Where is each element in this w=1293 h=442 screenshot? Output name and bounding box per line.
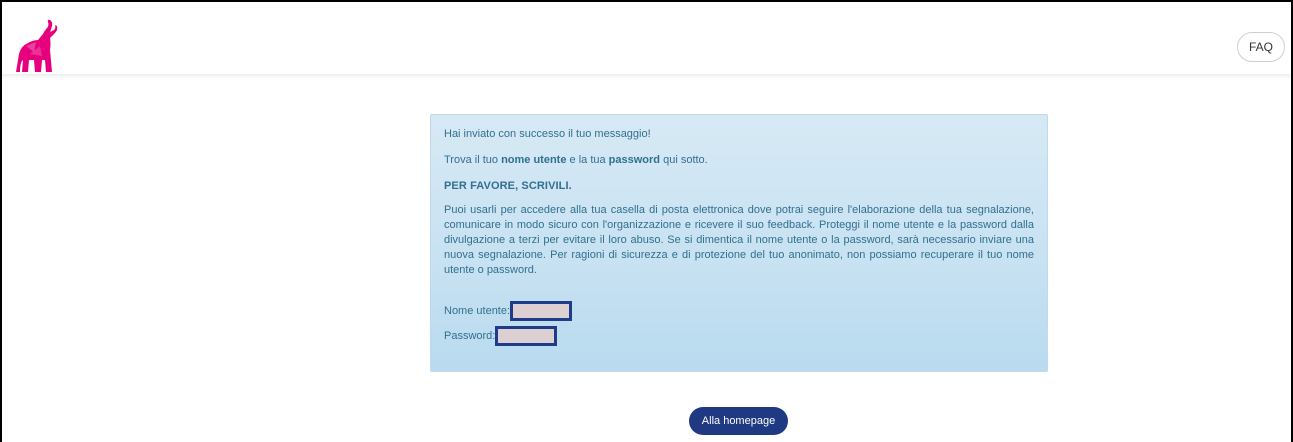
find-text-part3: qui sotto. xyxy=(660,154,708,166)
username-redacted-value xyxy=(510,301,573,321)
username-label: Nome utente: xyxy=(444,304,511,317)
elephant-logo-icon[interactable] xyxy=(12,16,58,74)
credentials-panel: Hai inviato con successo il tuo messaggi… xyxy=(430,114,1048,372)
please-write-heading: PER FAVORE, SCRIVILI. xyxy=(444,180,572,192)
header: FAQ xyxy=(2,2,1291,75)
find-text-part1: Trova il tuo xyxy=(444,154,502,166)
instructions-text: Puoi usarli per accedere alla tua casell… xyxy=(444,204,1034,276)
find-text-username-bold: nome utente xyxy=(501,154,567,166)
password-redacted-value xyxy=(495,326,558,346)
username-row: Nome utente: xyxy=(444,300,1034,322)
homepage-button[interactable]: Alla homepage xyxy=(689,407,788,435)
password-row: Password: xyxy=(444,325,1034,347)
success-message: Hai inviato con successo il tuo messaggi… xyxy=(444,128,651,140)
faq-button[interactable]: FAQ xyxy=(1236,32,1285,62)
find-text-part2: e la tua xyxy=(566,154,609,166)
find-text-password-bold: password xyxy=(608,154,661,166)
find-credentials-text: Trova il tuo nome utente e la tua passwo… xyxy=(444,153,1034,168)
password-label: Password: xyxy=(444,329,496,342)
